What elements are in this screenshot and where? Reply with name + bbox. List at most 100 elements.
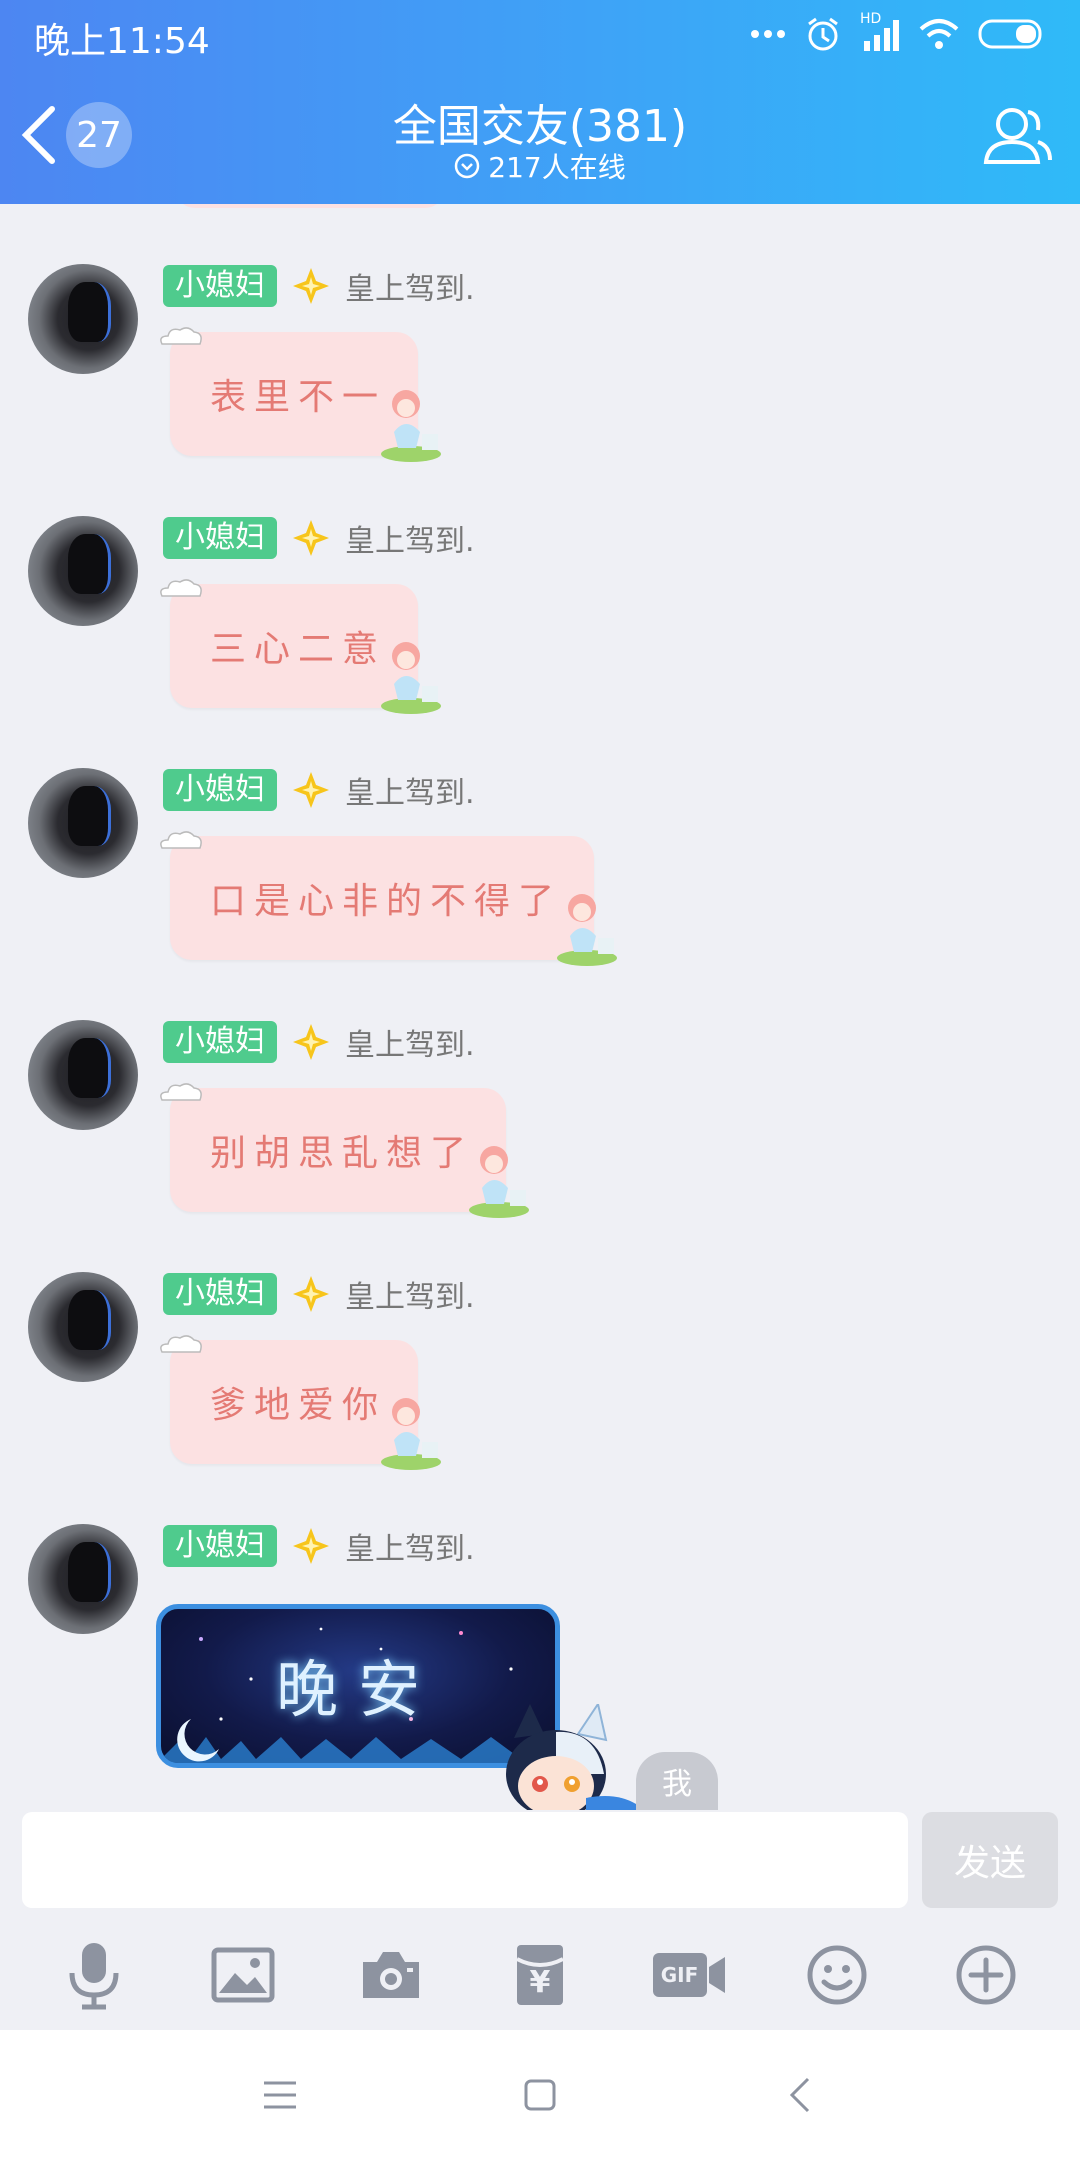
girl-sticker-icon (381, 642, 441, 714)
red-packet-icon: ¥ (515, 1943, 565, 2007)
star-badge-icon (293, 772, 329, 808)
plus-icon (956, 1945, 1016, 2005)
avatar[interactable] (28, 516, 138, 626)
status-icons: HD (750, 11, 1046, 54)
message-bubble[interactable]: 爹地爱你 (160, 1335, 441, 1470)
sender-name[interactable]: 小媳妇 (163, 769, 277, 811)
send-button[interactable]: 发送 (922, 1812, 1058, 1908)
sender-row: 小媳妇 皇上驾到. (163, 516, 475, 560)
wifi-icon (919, 19, 959, 49)
home-nav-button[interactable] (510, 2065, 570, 2125)
girl-sticker-icon (381, 1398, 441, 1470)
message-text: 别胡思乱想了 (210, 1133, 475, 1174)
cloud-icon (160, 1083, 202, 1101)
status-bar: 晚上11:54 HD (0, 0, 1080, 70)
message-text: 口是心非的不得了 (210, 881, 563, 922)
emoji-button[interactable] (797, 1935, 877, 2015)
chevron-down-circle-icon (455, 153, 480, 179)
red-packet-symbol: ¥ (529, 1965, 551, 2000)
star-badge-icon (293, 1276, 329, 1312)
status-time: 晚上11:54 (34, 21, 210, 62)
sender-title: 皇上驾到. (345, 272, 475, 307)
page-title[interactable]: 全国交友(381) (0, 90, 1080, 154)
avatar[interactable] (28, 1524, 138, 1634)
gif-button[interactable]: GIF (649, 1935, 729, 2015)
sender-name[interactable]: 小媳妇 (163, 265, 277, 307)
emoji-icon (807, 1945, 867, 2005)
self-label: 我 (636, 1752, 718, 1810)
camera-button[interactable] (351, 1935, 431, 2015)
group-members-button[interactable] (976, 96, 1056, 176)
star-badge-icon (293, 1528, 329, 1564)
message-bubble[interactable]: 口是心非的不得了 (160, 831, 617, 966)
voice-button[interactable] (54, 1935, 134, 2015)
sender-name[interactable]: 小媳妇 (163, 1021, 277, 1063)
microphone-icon (69, 1943, 119, 2010)
message-bubble[interactable]: 表里不一 (160, 327, 441, 462)
cat-boy-sticker[interactable] (486, 1704, 636, 1810)
avatar[interactable] (28, 1020, 138, 1130)
cloud-icon (160, 831, 202, 849)
sender-name[interactable]: 小媳妇 (163, 517, 277, 559)
sender-title: 皇上驾到. (345, 1028, 475, 1063)
avatar[interactable] (28, 264, 138, 374)
image-button[interactable] (203, 1935, 283, 2015)
girl-sticker-icon (381, 390, 441, 462)
message-bubble[interactable]: 三心二意 (160, 579, 441, 714)
cloud-icon (160, 1335, 202, 1353)
girl-sticker-icon (469, 1146, 529, 1218)
partial-bubble (175, 204, 445, 208)
input-toolbar: ¥ GIF (0, 1920, 1080, 2030)
image-icon (211, 1947, 275, 2003)
sender-title: 皇上驾到. (345, 1532, 475, 1567)
message-text: 爹地爱你 (210, 1385, 387, 1426)
message-bubble[interactable]: 别胡思乱想了 (160, 1083, 529, 1218)
more-button[interactable] (946, 1935, 1026, 2015)
online-count[interactable]: 217人在线 (0, 146, 1080, 186)
sender-title: 皇上驾到. (345, 1280, 475, 1315)
sender-row: 小媳妇 皇上驾到. (163, 1020, 475, 1064)
gif-icon: GIF (651, 1949, 727, 2001)
sender-title: 皇上驾到. (345, 524, 475, 559)
red-packet-button[interactable]: ¥ (500, 1935, 580, 2015)
signal-hd-icon: HD (860, 11, 900, 53)
chat-header: 晚上11:54 HD 27 全国交友(381) 217人在线 (0, 0, 1080, 204)
avatar[interactable] (28, 768, 138, 878)
list-item: 小媳妇 皇上驾到. 口是心非的不得了 (0, 768, 1080, 968)
cloud-icon (160, 579, 202, 597)
sender-row: 小媳妇 皇上驾到. (163, 1524, 475, 1568)
star-badge-icon (293, 268, 329, 304)
home-square-icon (524, 2079, 556, 2111)
more-dots-icon (751, 30, 785, 38)
sender-row: 小媳妇 皇上驾到. (163, 1272, 475, 1316)
input-bar: 发送 (0, 1810, 1080, 1920)
sender-name[interactable]: 小媳妇 (163, 1525, 277, 1567)
sender-title: 皇上驾到. (345, 776, 475, 811)
message-list[interactable]: 小媳妇 皇上驾到. 表里不一 小媳妇 皇上驾到. 三心二意 小媳妇 皇上驾到. (0, 204, 1080, 1810)
battery-icon (978, 19, 1042, 49)
list-item: 小媳妇 皇上驾到. 表里不一 (0, 264, 1080, 464)
star-badge-icon (293, 1024, 329, 1060)
camera-icon (363, 1952, 420, 1998)
girl-sticker-icon (557, 894, 617, 966)
group-members-icon (983, 108, 1052, 164)
gif-label: GIF (660, 1963, 699, 1987)
back-triangle-icon (789, 2077, 810, 2113)
star-badge-icon (293, 520, 329, 556)
message-input[interactable] (22, 1812, 908, 1908)
message-text: 表里不一 (210, 377, 387, 418)
back-nav-button[interactable] (770, 2065, 830, 2125)
cloud-icon (160, 327, 202, 345)
list-item: 小媳妇 皇上驾到. 爹地爱你 (0, 1272, 1080, 1472)
sender-row: 小媳妇 皇上驾到. (163, 264, 475, 308)
system-nav-bar (0, 2030, 1080, 2160)
online-text: 217人在线 (488, 151, 626, 184)
list-item: 小媳妇 皇上驾到. 三心二意 (0, 516, 1080, 716)
sender-row: 小媳妇 皇上驾到. (163, 768, 475, 812)
sender-name[interactable]: 小媳妇 (163, 1273, 277, 1315)
alarm-icon (808, 17, 838, 51)
avatar[interactable] (28, 1272, 138, 1382)
menu-nav-button[interactable] (250, 2065, 310, 2125)
message-text: 三心二意 (210, 629, 387, 670)
menu-icon (264, 2081, 296, 2109)
